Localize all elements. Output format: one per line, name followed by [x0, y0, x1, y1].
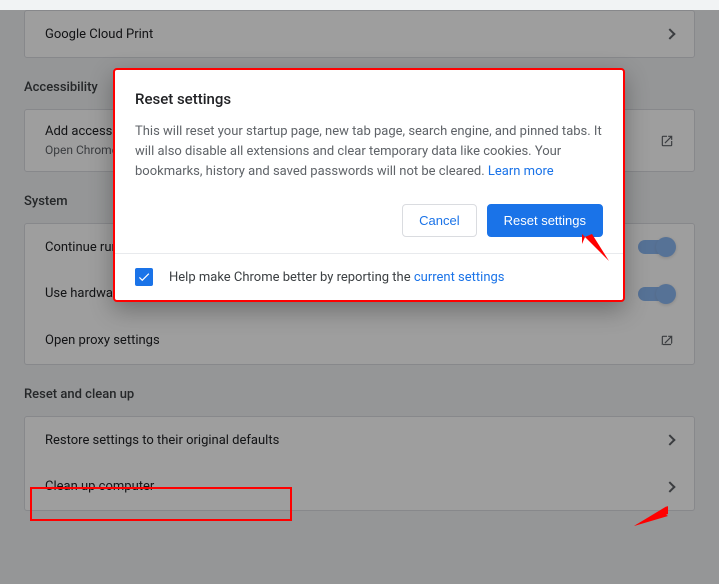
dialog-body-text: This will reset your startup page, new t… — [135, 122, 603, 182]
dialog-title: Reset settings — [135, 90, 603, 108]
reset-settings-button[interactable]: Reset settings — [487, 204, 603, 237]
learn-more-link[interactable]: Learn more — [488, 164, 554, 179]
cancel-button[interactable]: Cancel — [402, 204, 476, 237]
current-settings-link[interactable]: current settings — [414, 270, 505, 285]
report-checkbox[interactable] — [135, 268, 153, 286]
check-icon — [137, 270, 151, 284]
dialog-footer-text: Help make Chrome better by reporting the… — [169, 270, 505, 285]
footer-prefix: Help make Chrome better by reporting the — [169, 270, 414, 285]
reset-settings-dialog: Reset settings This will reset your star… — [113, 68, 625, 302]
